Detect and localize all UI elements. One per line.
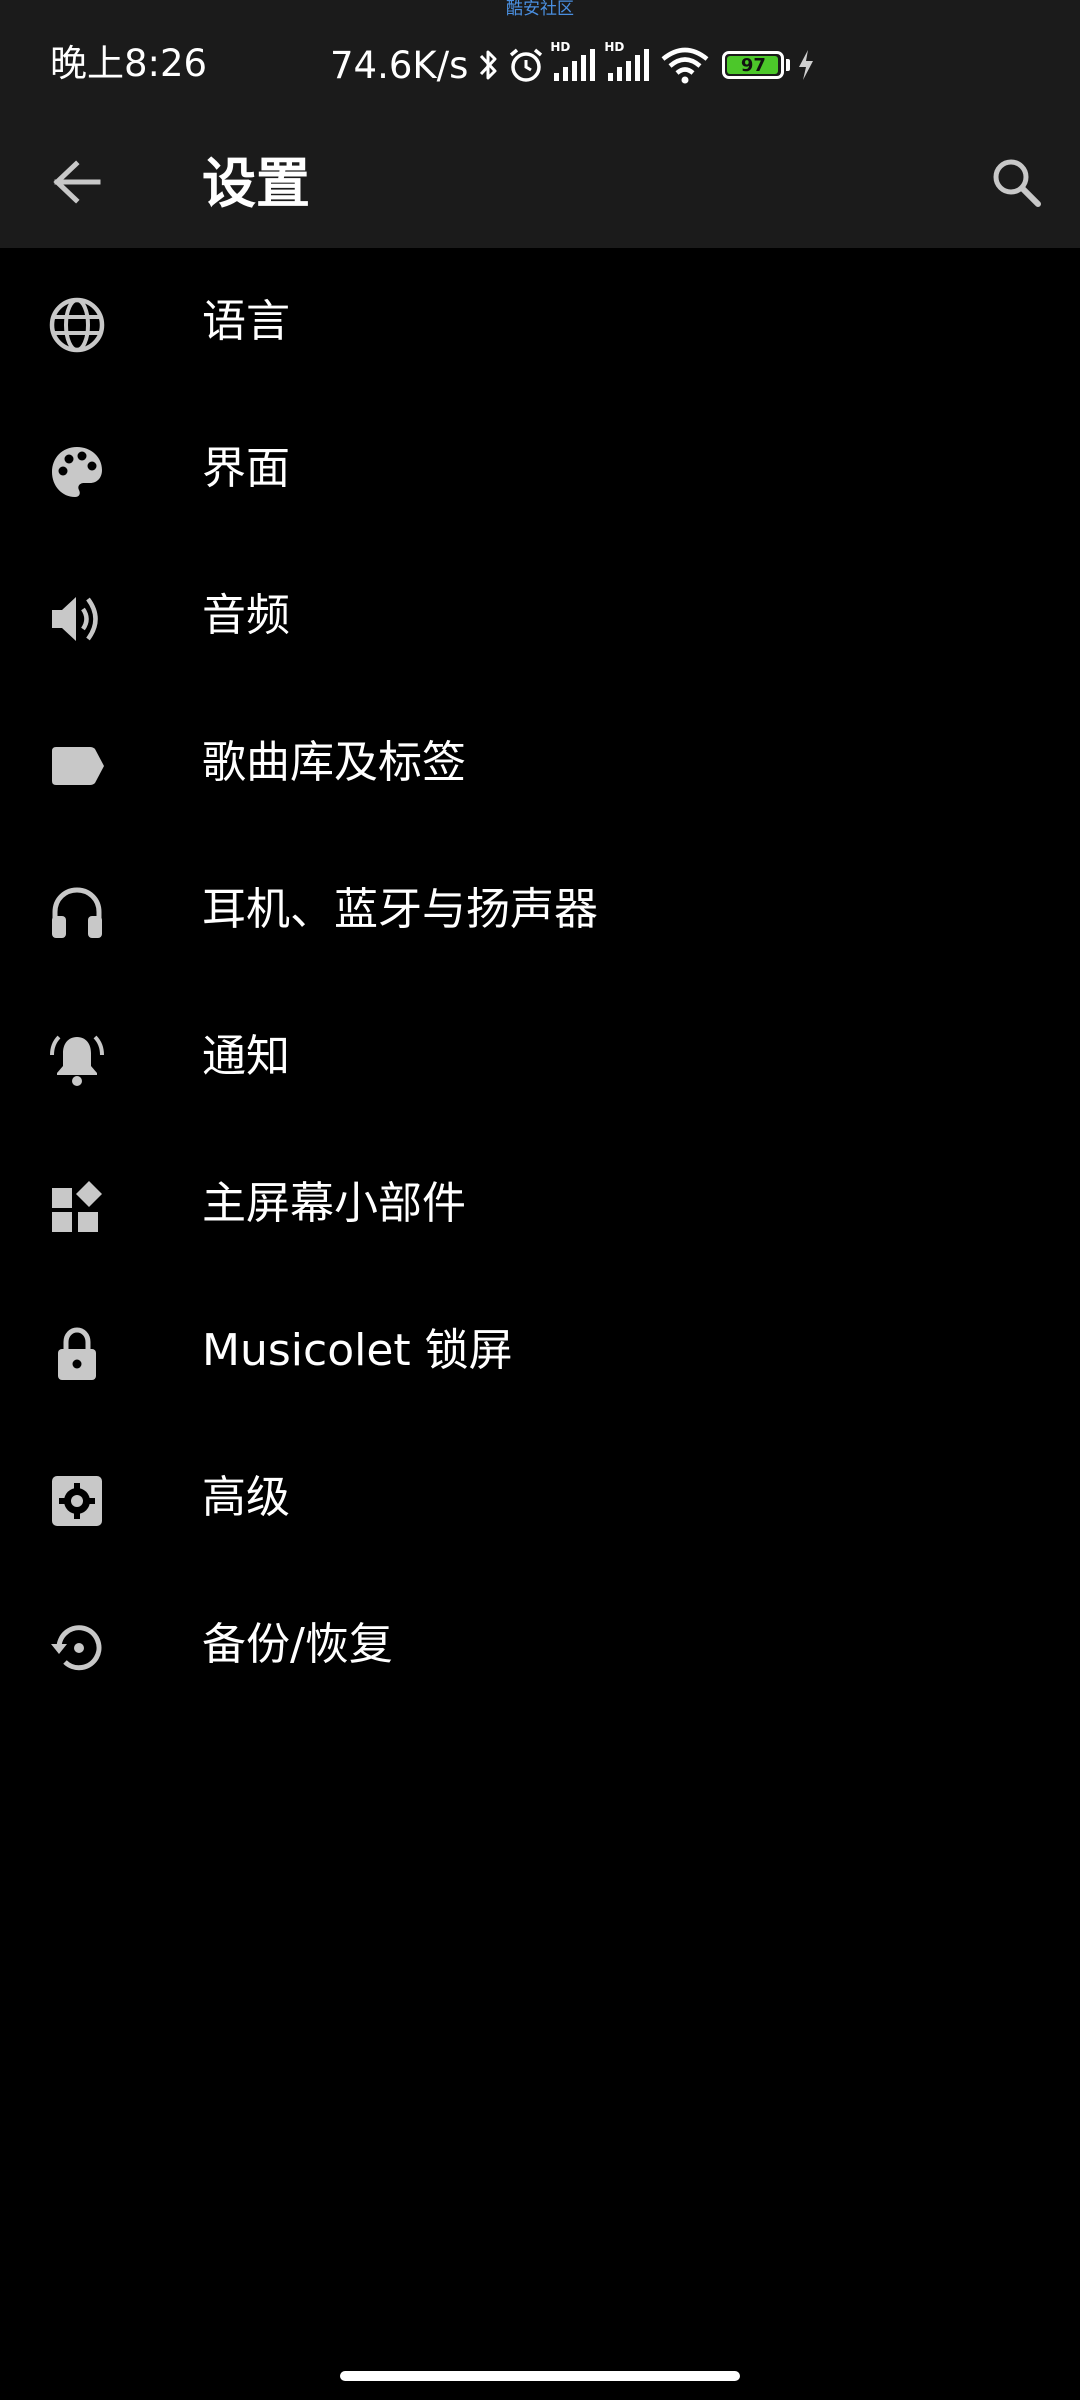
hd-label: HD xyxy=(604,40,625,54)
setting-headphones[interactable]: 耳机、蓝牙与扬声器 xyxy=(0,836,1080,983)
app-bar: 设置 xyxy=(0,120,1080,248)
signal-icon: HD xyxy=(604,41,654,83)
hd-label: HD xyxy=(550,40,571,54)
setting-backup-restore[interactable]: 备份/恢复 xyxy=(0,1571,1080,1718)
charging-icon xyxy=(796,48,816,82)
home-indicator[interactable] xyxy=(340,2371,740,2381)
setting-label: 音频 xyxy=(202,590,290,641)
settings-screen: 酷安社区 晚上8:26 74.6K/s HD HD 97 设置 语言 界面 音频… xyxy=(0,0,1080,2400)
widgets-icon xyxy=(46,1176,108,1238)
setting-label: 通知 xyxy=(202,1031,290,1082)
watermark: 酷安社区 xyxy=(506,0,574,19)
battery-level: 97 xyxy=(740,54,766,76)
bluetooth-icon xyxy=(478,46,500,84)
restore-icon xyxy=(46,1617,108,1679)
status-bar: 酷安社区 晚上8:26 74.6K/s HD HD 97 xyxy=(0,0,1080,120)
settings-list: 语言 界面 音频 歌曲库及标签 耳机、蓝牙与扬声器 通知 主屏幕小部件 Musi… xyxy=(0,248,1080,1718)
setting-label: 语言 xyxy=(202,296,290,347)
label-icon xyxy=(46,735,108,797)
palette-icon xyxy=(46,441,108,503)
setting-advanced[interactable]: 高级 xyxy=(0,1424,1080,1571)
speaker-icon xyxy=(46,588,108,650)
setting-label: 主屏幕小部件 xyxy=(202,1178,466,1229)
setting-label: 耳机、蓝牙与扬声器 xyxy=(202,884,598,935)
setting-audio[interactable]: 音频 xyxy=(0,542,1080,689)
gear-icon xyxy=(46,1470,108,1532)
setting-interface[interactable]: 界面 xyxy=(0,395,1080,542)
network-speed: 74.6K/s xyxy=(330,43,469,87)
signal-icon: HD xyxy=(550,41,600,83)
status-icons: 74.6K/s HD HD 97 xyxy=(330,40,816,90)
status-time: 晚上8:26 xyxy=(50,42,208,85)
back-button[interactable] xyxy=(40,150,114,218)
search-icon xyxy=(990,156,1042,212)
alarm-icon xyxy=(506,45,546,85)
setting-home-widgets[interactable]: 主屏幕小部件 xyxy=(0,1130,1080,1277)
search-button[interactable] xyxy=(976,144,1056,224)
setting-label: 高级 xyxy=(202,1472,290,1523)
page-title: 设置 xyxy=(202,152,310,215)
battery-tip xyxy=(786,59,791,71)
wifi-icon xyxy=(660,45,710,85)
headphones-icon xyxy=(46,882,108,944)
lock-icon xyxy=(46,1323,108,1385)
setting-label: 备份/恢复 xyxy=(202,1619,393,1670)
setting-label: Musicolet 锁屏 xyxy=(202,1325,513,1376)
bell-icon xyxy=(46,1029,108,1091)
arrow-left-icon xyxy=(52,160,102,208)
battery-icon: 97 xyxy=(722,51,785,79)
globe-icon xyxy=(46,294,108,356)
setting-notifications[interactable]: 通知 xyxy=(0,983,1080,1130)
setting-library-tags[interactable]: 歌曲库及标签 xyxy=(0,689,1080,836)
setting-language[interactable]: 语言 xyxy=(0,248,1080,395)
setting-lockscreen[interactable]: Musicolet 锁屏 xyxy=(0,1277,1080,1424)
setting-label: 歌曲库及标签 xyxy=(202,737,466,788)
setting-label: 界面 xyxy=(202,443,290,494)
